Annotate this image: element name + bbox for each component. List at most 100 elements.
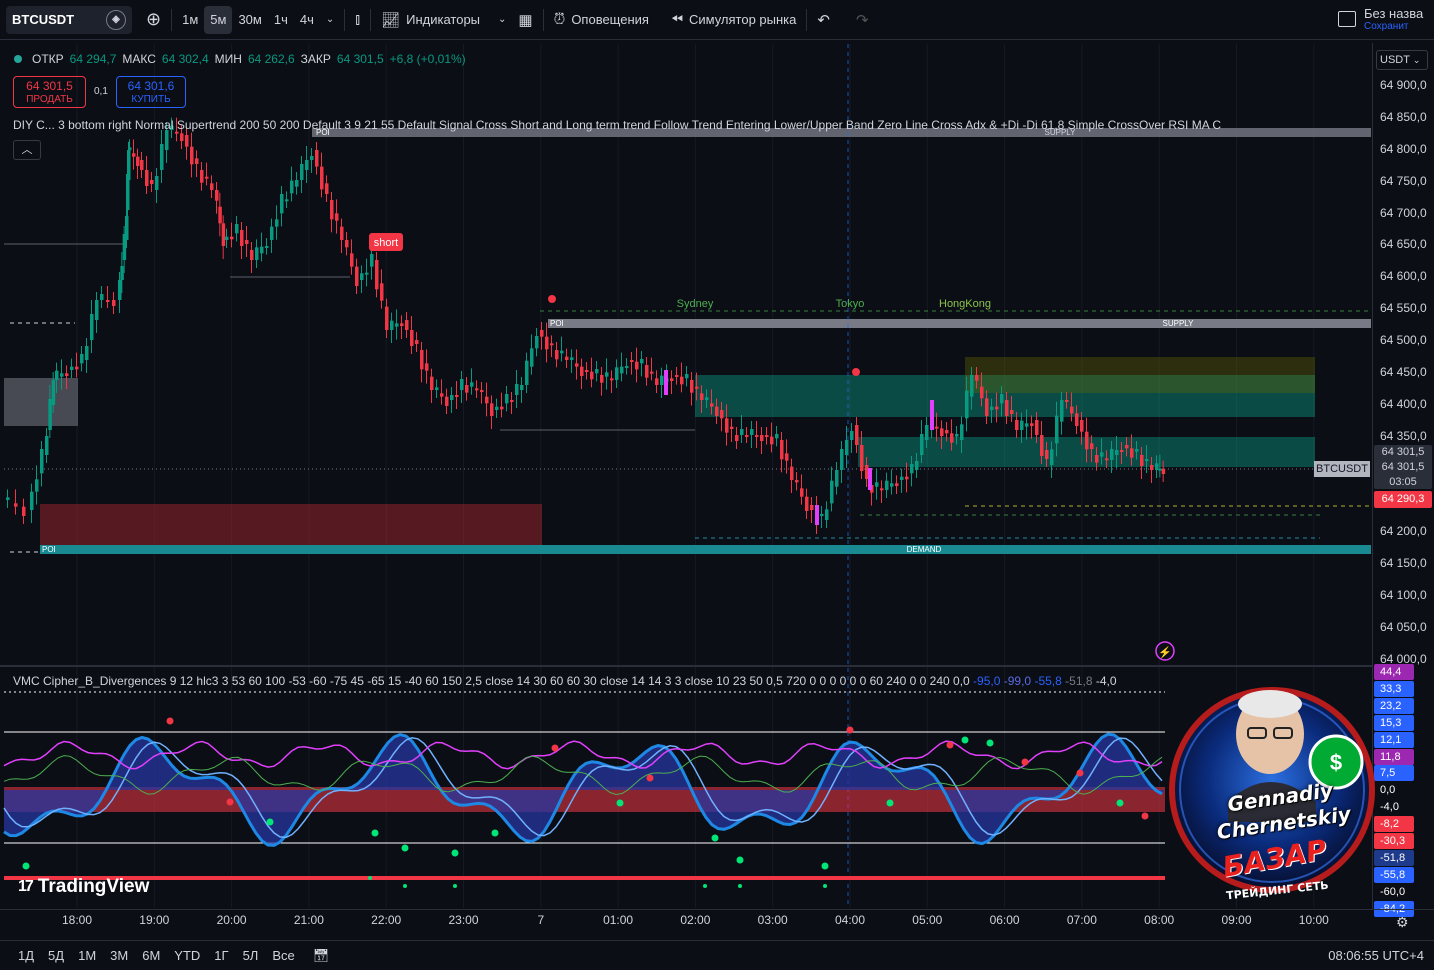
osc-signal-dot [491, 829, 499, 837]
candle-body [415, 340, 419, 344]
osc-marker [738, 884, 742, 888]
close-value: 64 301,5 [336, 52, 384, 66]
supply-zone-yellow [965, 357, 1315, 393]
candle-body [885, 480, 889, 490]
price-label: 64 750,0 [1380, 173, 1427, 188]
candle-body [190, 146, 194, 165]
candle-body [990, 406, 994, 410]
oscillator-legend[interactable]: VMC Cipher_B_Divergences 9 12 hlc3 3 53 … [13, 674, 1117, 688]
candle-body [195, 158, 199, 164]
candle-body [280, 194, 284, 214]
candle-body [650, 371, 654, 374]
candle-body [45, 436, 49, 455]
osc-signal-dot [986, 739, 994, 747]
low-price-tag: 64 290,3 [1374, 491, 1432, 508]
close-label: ЗАКР [300, 52, 331, 66]
osc-signal-dot [846, 726, 854, 734]
candle-body [1135, 449, 1139, 452]
candle-body [180, 133, 184, 141]
time-label: 05:00 [912, 913, 943, 927]
osc-signal-dot [22, 862, 30, 870]
candle-body [585, 370, 589, 372]
time-axis[interactable] [0, 909, 1434, 937]
candle-body [295, 180, 299, 187]
range-6m[interactable]: 6М [142, 948, 160, 963]
candle-body [610, 378, 614, 381]
range-1m[interactable]: 1М [78, 948, 96, 963]
candle-body [690, 380, 694, 393]
sell-price: 64 301,5 [26, 79, 73, 93]
range-all[interactable]: Все [272, 948, 294, 963]
candle-body [48, 399, 52, 430]
sell-button[interactable]: 64 301,5 ПРОДАТЬ [13, 76, 86, 108]
osc-scale-label: 15,3 [1374, 714, 1414, 731]
candle-body [125, 216, 129, 240]
candle-body [535, 336, 539, 349]
osc-scale-label: 12,1 [1374, 731, 1414, 748]
collapse-legend-chevron-up-icon[interactable]: ︿ [13, 140, 41, 160]
candle-body [270, 226, 274, 240]
candle-body [325, 183, 329, 194]
indicator-legend[interactable]: DIY C... 3 bottom right Normal Supertren… [13, 118, 1311, 132]
range-5y[interactable]: 5Л [243, 948, 259, 963]
svg-text:$: $ [1330, 750, 1342, 775]
candle-body [80, 354, 84, 364]
osc-value-4: -55,8 [1034, 674, 1062, 688]
osc-scale-label: 33,3 [1374, 680, 1414, 697]
price-label: 64 650,0 [1380, 237, 1427, 252]
candle-body [1025, 423, 1029, 427]
candle-body [725, 418, 729, 433]
highlighted-candle [868, 468, 872, 490]
candle-body [840, 449, 844, 470]
osc-signal-dot [226, 798, 234, 806]
goto-date-calendar-icon[interactable]: 📅︎ [313, 948, 330, 964]
short-signal-label: short [374, 237, 398, 249]
session-hongkong-label: HongKong [939, 298, 991, 310]
candle-body [865, 465, 869, 479]
candle-body [340, 226, 344, 240]
clock[interactable]: 08:06:55 UTC+4 [1328, 948, 1424, 963]
candle-body [950, 433, 954, 443]
candle-body [975, 375, 979, 381]
candle-body [605, 372, 609, 377]
candle-body [675, 375, 679, 377]
osc-value-1: 0,0 [953, 674, 970, 688]
candle-body [970, 375, 974, 397]
candle-body [65, 373, 69, 376]
candle-body [580, 366, 584, 376]
candle-body [455, 395, 459, 397]
osc-signal-dot [616, 799, 624, 807]
session-sydney-label: Sydney [677, 298, 714, 310]
poi-label: POI [42, 545, 56, 554]
candle-body [95, 300, 99, 320]
range-ytd[interactable]: YTD [174, 948, 200, 963]
candle-body [540, 330, 544, 337]
osc-marker [703, 884, 707, 888]
osc-signal-dot [371, 829, 379, 837]
settings-gear-icon[interactable]: ⚙︎ [1396, 914, 1409, 931]
osc-signal-dot [886, 799, 894, 807]
osc-scale-label: -8,2 [1374, 816, 1414, 833]
ohlc-legend: ОТКР 64 294,7 МАКС 64 302,4 МИН 64 262,6 ЗА… [14, 52, 466, 66]
candle-body [1145, 459, 1149, 461]
candle-body [315, 150, 319, 167]
candle-body [765, 435, 769, 437]
candle-body [1150, 465, 1154, 470]
time-label: 04:00 [834, 913, 866, 927]
low-label: МИН [214, 52, 242, 66]
candle-body [355, 266, 359, 286]
candle-body [245, 240, 249, 244]
candle-body [735, 435, 739, 441]
candle-body [51, 380, 56, 405]
candle-body [1075, 413, 1079, 426]
range-1d[interactable]: 1Д [18, 948, 34, 963]
buy-button[interactable]: 64 301,6 КУПИТЬ [116, 76, 186, 108]
time-label: 23:00 [448, 913, 479, 927]
currency-selector[interactable]: USDT ⌄ [1376, 50, 1428, 70]
range-5d[interactable]: 5Д [48, 948, 64, 963]
range-3m[interactable]: 3М [110, 948, 128, 963]
watermark-text: TradingView [37, 876, 150, 897]
candle-body [1020, 420, 1024, 430]
candle-body [780, 440, 784, 460]
range-1y[interactable]: 1Г [214, 948, 228, 963]
